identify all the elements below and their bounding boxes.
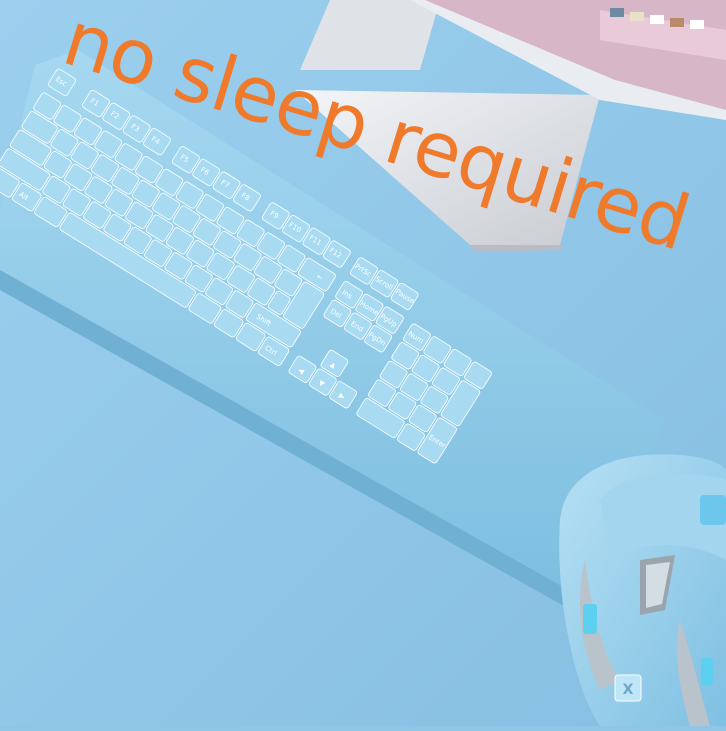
mouse-logo: X (623, 682, 634, 698)
mouse: X (559, 454, 726, 726)
scene: Esc F1 F2 F3 F4 F5 F6 F7 F8 F9 F10 F11 F… (0, 0, 726, 726)
scene-illustration: Esc F1 F2 F3 F4 F5 F6 F7 F8 F9 F10 F11 F… (0, 0, 726, 726)
